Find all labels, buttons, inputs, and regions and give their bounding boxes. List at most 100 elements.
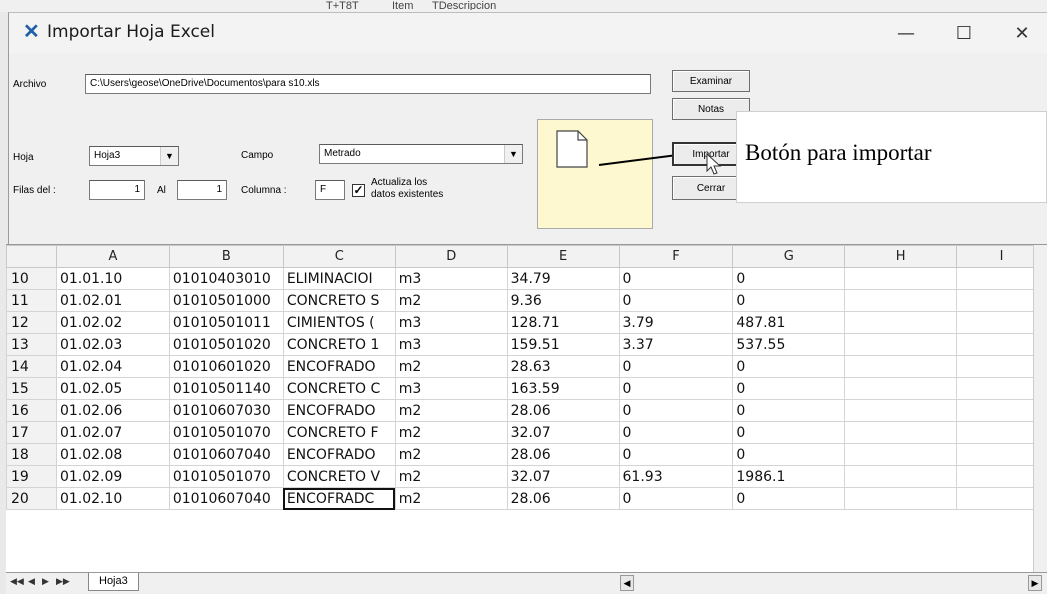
cell-a[interactable]: 01.02.04 [55,355,170,378]
cell-e[interactable]: 9.36 [506,289,620,312]
cell-f[interactable]: 3.79 [618,311,734,334]
row-header[interactable]: 13 [6,333,57,356]
row-header[interactable]: 12 [6,311,57,334]
cell-d[interactable]: m3 [394,311,508,334]
cell-f[interactable]: 0 [618,421,734,444]
cell-f[interactable]: 0 [618,267,734,290]
cell-b[interactable]: 01010501020 [168,333,284,356]
row-header[interactable]: 16 [6,399,57,422]
column-header-b[interactable]: B [168,245,284,268]
cell-a[interactable]: 01.02.03 [55,333,170,356]
cell-c[interactable]: ENCOFRADO [282,355,396,378]
cell-g[interactable]: 0 [732,267,846,290]
prev-sheet-icon[interactable]: ◀ [28,576,35,587]
cell-c[interactable]: ENCOFRADC [282,487,396,510]
cell-f[interactable]: 3.37 [618,333,734,356]
cell-c[interactable]: ENCOFRADO [282,399,396,422]
column-header-h[interactable]: H [844,245,958,268]
column-header-g[interactable]: G [732,245,846,268]
row-header[interactable]: 11 [6,289,57,312]
cell-c[interactable]: CONCRETO C [282,377,396,400]
cell-c[interactable]: CIMIENTOS ( [282,311,396,334]
close-button[interactable]: ✕ [999,13,1045,53]
cell-g[interactable]: 487.81 [732,311,846,334]
cell-g[interactable]: 0 [732,443,846,466]
next-sheet-icon[interactable]: ▶ [42,576,49,587]
cell-h[interactable] [844,465,958,488]
cell-d[interactable]: m3 [394,267,508,290]
row-header[interactable]: 19 [6,465,57,488]
cell-b[interactable]: 01010501140 [168,377,284,400]
cell-e[interactable]: 28.06 [506,443,620,466]
chevron-down-icon[interactable]: ▼ [160,147,178,165]
cell-g[interactable]: 537.55 [732,333,846,356]
cell-h[interactable] [844,399,958,422]
cell-a[interactable]: 01.02.08 [55,443,170,466]
cell-c[interactable]: CONCRETO S [282,289,396,312]
cell-e[interactable]: 28.63 [506,355,620,378]
cell-e[interactable]: 32.07 [506,465,620,488]
cell-h[interactable] [844,311,958,334]
cell-d[interactable]: m2 [394,443,508,466]
cell-g[interactable]: 0 [732,289,846,312]
row-header[interactable]: 14 [6,355,57,378]
cell-b[interactable]: 01010501070 [168,421,284,444]
column-header-e[interactable]: E [506,245,620,268]
cell-b[interactable]: 01010501070 [168,465,284,488]
corner-cell[interactable] [6,245,57,268]
cell-e[interactable]: 28.06 [506,487,620,510]
cell-b[interactable]: 01010501011 [168,311,284,334]
cell-a[interactable]: 01.02.02 [55,311,170,334]
cell-b[interactable]: 01010607030 [168,399,284,422]
sheet-tab-hoja3[interactable]: Hoja3 [88,573,139,591]
cell-c[interactable]: ENCOFRADO [282,443,396,466]
cell-f[interactable]: 0 [618,377,734,400]
cell-d[interactable]: m2 [394,465,508,488]
cell-d[interactable]: m2 [394,355,508,378]
cell-h[interactable] [844,421,958,444]
cell-a[interactable]: 01.02.09 [55,465,170,488]
cell-f[interactable]: 0 [618,355,734,378]
cell-g[interactable]: 0 [732,399,846,422]
cell-d[interactable]: m2 [394,289,508,312]
vertical-scrollbar[interactable] [1033,245,1047,575]
cell-h[interactable] [844,355,958,378]
cell-a[interactable]: 01.02.05 [55,377,170,400]
column-header-c[interactable]: C [282,245,396,268]
first-sheet-icon[interactable]: ◀◀ [10,576,24,587]
cell-e[interactable]: 28.06 [506,399,620,422]
chevron-down-icon[interactable]: ▼ [504,145,522,163]
cell-a[interactable]: 01.02.10 [55,487,170,510]
cell-e[interactable]: 32.07 [506,421,620,444]
cell-c[interactable]: CONCRETO 1 [282,333,396,356]
cell-f[interactable]: 61.93 [618,465,734,488]
cell-a[interactable]: 01.02.06 [55,399,170,422]
row-header[interactable]: 15 [6,377,57,400]
filas-to-input[interactable]: 1 [177,180,227,200]
campo-select[interactable]: Metrado ▼ [319,144,523,164]
filas-from-input[interactable]: 1 [89,180,145,200]
cell-h[interactable] [844,333,958,356]
cell-c[interactable]: CONCRETO V [282,465,396,488]
cell-g[interactable]: 1986.1 [732,465,846,488]
cell-g[interactable]: 0 [732,487,846,510]
row-header[interactable]: 18 [6,443,57,466]
spreadsheet-grid[interactable]: A B C D E F G H I 10 01.01.10 01010403010 E… [6,244,1047,575]
row-header[interactable]: 20 [6,487,57,510]
cell-c[interactable]: ELIMINACIOI [282,267,396,290]
cell-b[interactable]: 01010607040 [168,443,284,466]
cell-h[interactable] [844,443,958,466]
cell-h[interactable] [844,487,958,510]
cell-d[interactable]: m2 [394,487,508,510]
maximize-button[interactable]: ☐ [941,13,987,53]
hoja-select[interactable]: Hoja3 ▼ [89,146,179,166]
archivo-input[interactable]: C:\Users\geose\OneDrive\Documentos\para … [85,74,651,94]
cell-a[interactable]: 01.02.07 [55,421,170,444]
cell-e[interactable]: 163.59 [506,377,620,400]
cell-c[interactable]: CONCRETO F [282,421,396,444]
minimize-button[interactable]: — [883,13,929,53]
cell-d[interactable]: m3 [394,377,508,400]
cell-e[interactable]: 128.71 [506,311,620,334]
cell-f[interactable]: 0 [618,443,734,466]
cell-h[interactable] [844,267,958,290]
